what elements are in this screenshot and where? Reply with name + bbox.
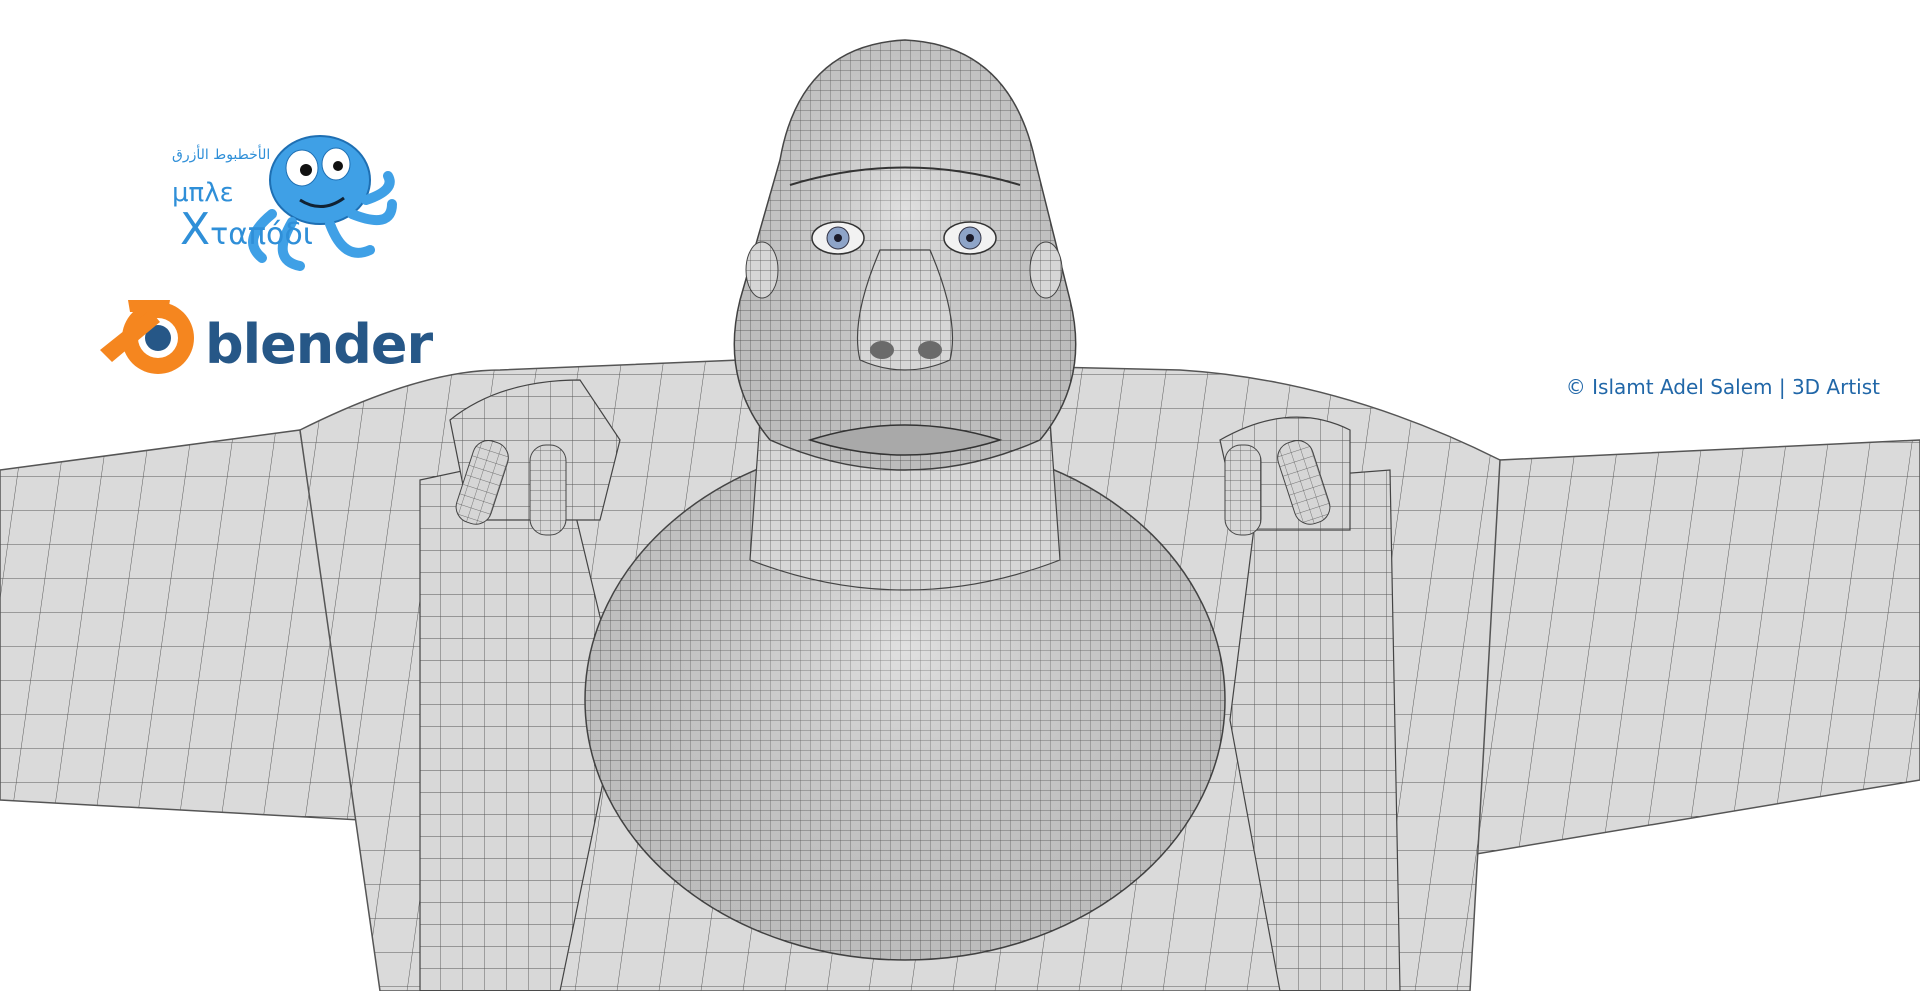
wireframe-render <box>0 39 1920 991</box>
right-ear <box>1029 241 1063 299</box>
artist-credit: © Islamt Adel Salem | 3D Artist <box>1565 375 1880 399</box>
greek-logo-line1: μπλε <box>172 178 234 208</box>
left-ear <box>745 241 779 299</box>
arabic-logo-text: الأخطبوط الأزرق <box>172 147 271 163</box>
greek-logo: الأخطبوط الأزرق μπλε Χταπόδι <box>172 148 313 252</box>
greek-logo-rest: ταπόδι <box>210 217 313 252</box>
blender-logo-text: blender <box>205 313 433 376</box>
right-arm <box>1439 439 1920 861</box>
left-arm <box>0 429 361 821</box>
greek-logo-line2: Χταπόδι <box>180 208 313 252</box>
greek-logo-cap: Χ <box>180 204 211 255</box>
blender-icon <box>100 300 194 374</box>
